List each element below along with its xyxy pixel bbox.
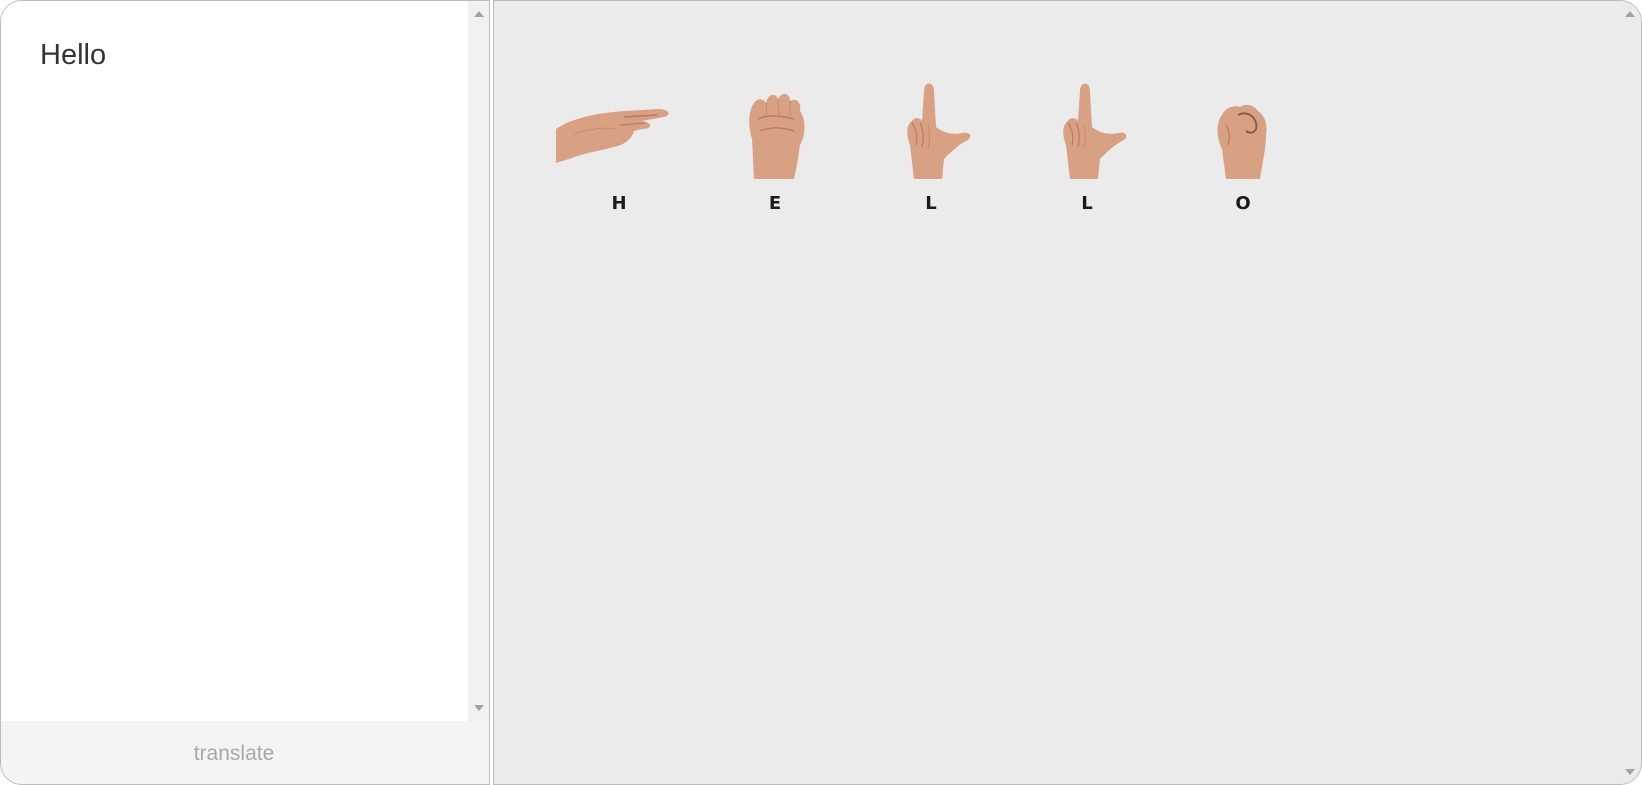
- input-scrollbar[interactable]: [468, 1, 489, 721]
- sign-letter: H: [611, 193, 627, 214]
- sign-card: L: [1022, 79, 1152, 219]
- scroll-up-arrow-icon[interactable]: [1619, 5, 1641, 23]
- asl-l-hand-icon: [907, 83, 971, 179]
- sign-letter: L: [925, 193, 937, 214]
- sign-sequence: H E L L O: [494, 1, 1594, 241]
- asl-h-hand-icon: [556, 109, 669, 163]
- asl-o-hand-icon: [1217, 104, 1267, 179]
- sign-letter: E: [768, 193, 782, 214]
- output-scrollbar[interactable]: [1619, 1, 1641, 784]
- text-input[interactable]: Hello: [1, 1, 468, 721]
- sign-letter: O: [1235, 193, 1251, 214]
- translate-button[interactable]: translate: [1, 721, 489, 784]
- sign-card: O: [1178, 79, 1308, 219]
- input-text-value: Hello: [40, 39, 107, 71]
- translate-button-label: translate: [193, 741, 275, 765]
- scroll-down-arrow-icon[interactable]: [1619, 763, 1641, 781]
- asl-l-hand-icon: [1063, 83, 1127, 179]
- translator-app: Hello translate H E L L O: [0, 0, 1642, 785]
- scroll-up-arrow-icon[interactable]: [468, 5, 489, 23]
- input-panel: Hello translate: [0, 0, 490, 785]
- sign-card: L: [866, 79, 996, 219]
- sign-card: H: [554, 79, 684, 219]
- scroll-down-arrow-icon[interactable]: [468, 699, 489, 717]
- asl-e-hand-icon: [749, 93, 805, 179]
- sign-card: E: [710, 79, 840, 219]
- output-panel: H E L L O: [493, 0, 1642, 785]
- sign-letter: L: [1081, 193, 1093, 214]
